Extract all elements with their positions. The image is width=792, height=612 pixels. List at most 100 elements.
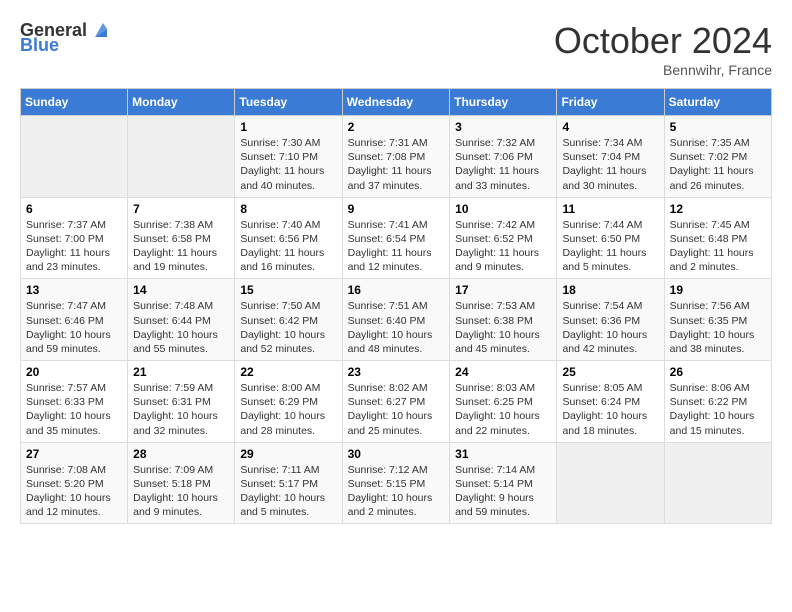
day-number: 14 xyxy=(133,283,229,297)
calendar-cell: 15Sunrise: 7:50 AMSunset: 6:42 PMDayligh… xyxy=(235,279,342,361)
column-header-tuesday: Tuesday xyxy=(235,89,342,116)
day-number: 22 xyxy=(240,365,336,379)
day-number: 7 xyxy=(133,202,229,216)
day-info: Sunrise: 7:57 AMSunset: 6:33 PMDaylight:… xyxy=(26,381,122,438)
calendar-cell: 31Sunrise: 7:14 AMSunset: 5:14 PMDayligh… xyxy=(450,442,557,524)
calendar-cell: 22 Sunrise: 8:00 AMSunset: 6:29 PMDayligh… xyxy=(235,361,342,443)
calendar-cell: 17 Sunrise: 7:53 AMSunset: 6:38 PMDayligh… xyxy=(450,279,557,361)
day-number: 27 xyxy=(26,447,122,461)
day-number: 13 xyxy=(26,283,122,297)
column-header-friday: Friday xyxy=(557,89,664,116)
day-info: Sunrise: 8:03 AMSunset: 6:25 PMDaylight:… xyxy=(455,381,551,438)
day-number: 19 xyxy=(670,283,766,297)
day-info: Sunrise: 7:32 AMSunset: 7:06 PMDaylight:… xyxy=(455,136,551,193)
day-info: Sunrise: 7:42 AMSunset: 6:52 PMDaylight:… xyxy=(455,218,551,275)
day-number: 29 xyxy=(240,447,336,461)
logo-blue: Blue xyxy=(20,35,59,56)
calendar-cell: 2 Sunrise: 7:31 AMSunset: 7:08 PMDaylight… xyxy=(342,116,450,198)
calendar-cell: 19Sunrise: 7:56 AMSunset: 6:35 PMDayligh… xyxy=(664,279,771,361)
day-info: Sunrise: 7:51 AMSunset: 6:40 PMDaylight:… xyxy=(348,299,445,356)
calendar-cell: 7 Sunrise: 7:38 AMSunset: 6:58 PMDaylight… xyxy=(128,197,235,279)
calendar-cell: 28Sunrise: 7:09 AMSunset: 5:18 PMDayligh… xyxy=(128,442,235,524)
logo: General Blue xyxy=(20,20,111,56)
calendar-cell: 18 Sunrise: 7:54 AMSunset: 6:36 PMDayligh… xyxy=(557,279,664,361)
day-info: Sunrise: 7:08 AMSunset: 5:20 PMDaylight:… xyxy=(26,463,122,520)
day-number: 18 xyxy=(562,283,658,297)
day-info: Sunrise: 7:34 AMSunset: 7:04 PMDaylight:… xyxy=(562,136,658,193)
week-row-5: 27 Sunrise: 7:08 AMSunset: 5:20 PMDayligh… xyxy=(21,442,772,524)
day-info: Sunrise: 7:35 AMSunset: 7:02 PMDaylight:… xyxy=(670,136,766,193)
calendar-cell: 3Sunrise: 7:32 AMSunset: 7:06 PMDaylight… xyxy=(450,116,557,198)
day-info: Sunrise: 7:31 AMSunset: 7:08 PMDaylight:… xyxy=(348,136,445,193)
day-number: 15 xyxy=(240,283,336,297)
week-row-2: 6Sunrise: 7:37 AMSunset: 7:00 PMDaylight… xyxy=(21,197,772,279)
day-info: Sunrise: 7:09 AMSunset: 5:18 PMDaylight:… xyxy=(133,463,229,520)
calendar-cell: 8 Sunrise: 7:40 AMSunset: 6:56 PMDaylight… xyxy=(235,197,342,279)
column-header-monday: Monday xyxy=(128,89,235,116)
calendar-cell xyxy=(128,116,235,198)
day-info: Sunrise: 7:59 AMSunset: 6:31 PMDaylight:… xyxy=(133,381,229,438)
day-number: 25 xyxy=(562,365,658,379)
calendar-cell: 14 Sunrise: 7:48 AMSunset: 6:44 PMDayligh… xyxy=(128,279,235,361)
day-number: 20 xyxy=(26,365,122,379)
calendar-cell: 16 Sunrise: 7:51 AMSunset: 6:40 PMDayligh… xyxy=(342,279,450,361)
day-info: Sunrise: 7:11 AMSunset: 5:17 PMDaylight:… xyxy=(240,463,336,520)
calendar-cell xyxy=(664,442,771,524)
week-row-3: 13 Sunrise: 7:47 AMSunset: 6:46 PMDayligh… xyxy=(21,279,772,361)
calendar-cell: 6Sunrise: 7:37 AMSunset: 7:00 PMDaylight… xyxy=(21,197,128,279)
day-info: Sunrise: 7:45 AMSunset: 6:48 PMDaylight:… xyxy=(670,218,766,275)
week-row-4: 20 Sunrise: 7:57 AMSunset: 6:33 PMDayligh… xyxy=(21,361,772,443)
day-number: 17 xyxy=(455,283,551,297)
day-number: 9 xyxy=(348,202,445,216)
day-number: 24 xyxy=(455,365,551,379)
calendar-cell: 30 Sunrise: 7:12 AMSunset: 5:15 PMDayligh… xyxy=(342,442,450,524)
day-number: 16 xyxy=(348,283,445,297)
day-number: 26 xyxy=(670,365,766,379)
day-info: Sunrise: 7:54 AMSunset: 6:36 PMDaylight:… xyxy=(562,299,658,356)
day-number: 1 xyxy=(240,120,336,134)
calendar-cell: 25 Sunrise: 8:05 AMSunset: 6:24 PMDayligh… xyxy=(557,361,664,443)
week-row-1: 1 Sunrise: 7:30 AMSunset: 7:10 PMDaylight… xyxy=(21,116,772,198)
day-number: 12 xyxy=(670,202,766,216)
column-header-sunday: Sunday xyxy=(21,89,128,116)
calendar-cell: 11 Sunrise: 7:44 AMSunset: 6:50 PMDayligh… xyxy=(557,197,664,279)
day-info: Sunrise: 7:38 AMSunset: 6:58 PMDaylight:… xyxy=(133,218,229,275)
month-title: October 2024 xyxy=(554,20,772,62)
day-info: Sunrise: 7:41 AMSunset: 6:54 PMDaylight:… xyxy=(348,218,445,275)
logo-icon xyxy=(89,19,111,41)
day-number: 10 xyxy=(455,202,551,216)
day-info: Sunrise: 8:00 AMSunset: 6:29 PMDaylight:… xyxy=(240,381,336,438)
calendar-cell: 24 Sunrise: 8:03 AMSunset: 6:25 PMDayligh… xyxy=(450,361,557,443)
day-number: 30 xyxy=(348,447,445,461)
calendar-cell: 23Sunrise: 8:02 AMSunset: 6:27 PMDayligh… xyxy=(342,361,450,443)
day-info: Sunrise: 7:40 AMSunset: 6:56 PMDaylight:… xyxy=(240,218,336,275)
day-number: 8 xyxy=(240,202,336,216)
day-info: Sunrise: 7:47 AMSunset: 6:46 PMDaylight:… xyxy=(26,299,122,356)
calendar-cell: 5 Sunrise: 7:35 AMSunset: 7:02 PMDaylight… xyxy=(664,116,771,198)
header-row: SundayMondayTuesdayWednesdayThursdayFrid… xyxy=(21,89,772,116)
calendar-cell: 4 Sunrise: 7:34 AMSunset: 7:04 PMDaylight… xyxy=(557,116,664,198)
day-info: Sunrise: 7:12 AMSunset: 5:15 PMDaylight:… xyxy=(348,463,445,520)
calendar-cell: 13 Sunrise: 7:47 AMSunset: 6:46 PMDayligh… xyxy=(21,279,128,361)
calendar-cell xyxy=(557,442,664,524)
day-info: Sunrise: 7:53 AMSunset: 6:38 PMDaylight:… xyxy=(455,299,551,356)
calendar-cell: 26 Sunrise: 8:06 AMSunset: 6:22 PMDayligh… xyxy=(664,361,771,443)
day-number: 11 xyxy=(562,202,658,216)
calendar-cell xyxy=(21,116,128,198)
day-number: 4 xyxy=(562,120,658,134)
day-info: Sunrise: 7:30 AMSunset: 7:10 PMDaylight:… xyxy=(240,136,336,193)
calendar-cell: 10 Sunrise: 7:42 AMSunset: 6:52 PMDayligh… xyxy=(450,197,557,279)
calendar-cell: 21 Sunrise: 7:59 AMSunset: 6:31 PMDayligh… xyxy=(128,361,235,443)
day-info: Sunrise: 8:06 AMSunset: 6:22 PMDaylight:… xyxy=(670,381,766,438)
day-number: 5 xyxy=(670,120,766,134)
day-info: Sunrise: 7:44 AMSunset: 6:50 PMDaylight:… xyxy=(562,218,658,275)
day-number: 2 xyxy=(348,120,445,134)
calendar-table: SundayMondayTuesdayWednesdayThursdayFrid… xyxy=(20,88,772,524)
day-info: Sunrise: 7:48 AMSunset: 6:44 PMDaylight:… xyxy=(133,299,229,356)
calendar-cell: 12 Sunrise: 7:45 AMSunset: 6:48 PMDayligh… xyxy=(664,197,771,279)
day-number: 21 xyxy=(133,365,229,379)
page-header: General Blue October 2024 Bennwihr, Fran… xyxy=(20,20,772,78)
day-info: Sunrise: 8:05 AMSunset: 6:24 PMDaylight:… xyxy=(562,381,658,438)
calendar-cell: 1 Sunrise: 7:30 AMSunset: 7:10 PMDaylight… xyxy=(235,116,342,198)
day-number: 6 xyxy=(26,202,122,216)
